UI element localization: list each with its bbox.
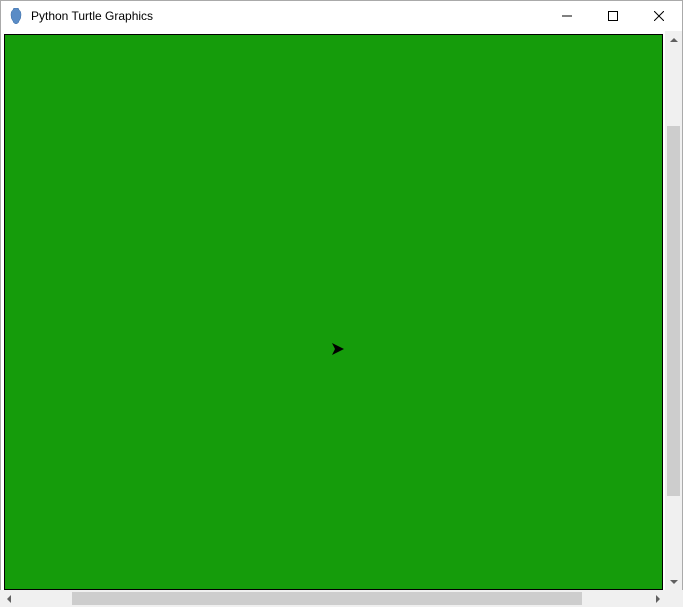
scroll-down-arrow-icon[interactable] (665, 573, 682, 590)
canvas-wrapper (1, 31, 665, 590)
turtle-cursor-icon (332, 342, 346, 354)
app-icon (9, 8, 25, 24)
horizontal-scroll-track[interactable] (17, 590, 649, 607)
minimize-button[interactable] (544, 1, 590, 31)
turtle-canvas[interactable] (4, 34, 663, 590)
scroll-left-arrow-icon[interactable] (0, 590, 17, 607)
scroll-right-arrow-icon[interactable] (649, 590, 666, 607)
window-controls (544, 1, 682, 31)
scroll-up-arrow-icon[interactable] (665, 31, 682, 48)
content-area (1, 31, 682, 590)
scrollbar-corner (666, 590, 683, 607)
vertical-scrollbar[interactable] (665, 31, 682, 590)
window-titlebar: Python Turtle Graphics (1, 1, 682, 31)
maximize-button[interactable] (590, 1, 636, 31)
close-button[interactable] (636, 1, 682, 31)
vertical-scroll-thumb[interactable] (667, 126, 680, 496)
horizontal-scrollbar[interactable] (0, 590, 683, 607)
horizontal-scroll-thumb[interactable] (72, 592, 582, 605)
window-title: Python Turtle Graphics (31, 9, 544, 23)
vertical-scroll-track[interactable] (665, 48, 682, 573)
